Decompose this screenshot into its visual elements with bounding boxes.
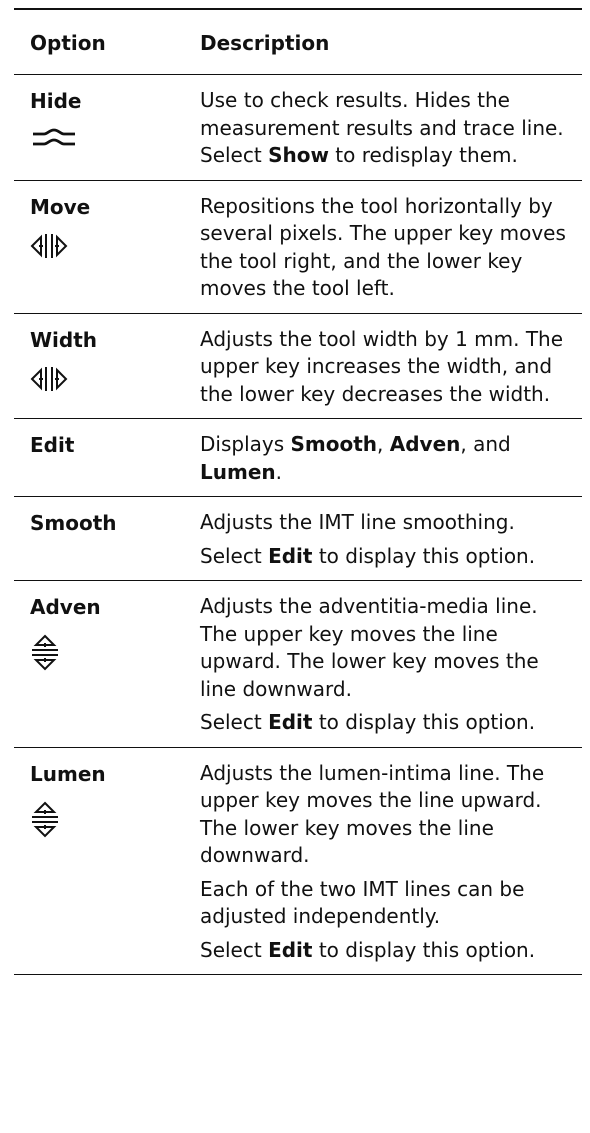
option-label: Hide [30,89,82,113]
description-cell: Use to check results. Hides the measurem… [200,87,582,170]
description-paragraph: Adjusts the lumen-intima line. The upper… [200,760,578,870]
option-cell: Smooth [14,509,200,570]
option-label: Edit [30,433,75,457]
description-text: Each of the two IMT lines can be adjuste… [200,876,525,929]
description-text: to redisplay them. [328,143,518,167]
description-text: Adjusts the adventitia-media line. The u… [200,594,539,701]
table-row: Width Adjusts the tool width by 1 mm. The… [14,314,582,419]
description-cell: Adjusts the tool width by 1 mm. The uppe… [200,326,582,409]
header-option-label: Option [30,31,106,55]
option-label: Lumen [30,761,106,786]
table-body: Hide Use to check results. Hides the meas… [14,75,582,975]
description-term: Edit [268,543,313,568]
description-paragraph: Adjusts the IMT line smoothing. [200,509,578,537]
option-label: Adven [30,595,101,619]
options-table: Option Description Hide Use to check resu… [14,8,582,975]
description-paragraph: Select Edit to display this option. [200,937,578,965]
description-text: Adjusts the IMT line smoothing. [200,510,515,534]
option-cell: Hide [14,87,200,170]
description-term: Edit [268,937,313,962]
table-header-row: Option Description [14,10,582,75]
header-description-label: Description [200,31,330,55]
description-text: , [377,432,390,456]
up-down-arrows-icon [30,800,200,838]
description-text: Adjusts the lumen-intima line. The upper… [200,760,545,868]
description-cell: Adjusts the IMT line smoothing. Select Ed… [200,509,582,570]
description-term: Show [268,143,329,167]
option-cell: Edit [14,431,200,486]
option-cell: Move [14,193,200,303]
description-term: Adven [389,432,461,456]
description-text: Adjusts the tool width by 1 mm. The uppe… [200,326,564,406]
up-down-arrows-icon [30,633,200,671]
description-text: Repositions the tool horizontally by sev… [200,193,566,301]
description-paragraph: Each of the two IMT lines can be adjuste… [200,876,578,931]
description-term: Smooth [290,432,378,456]
option-label: Width [30,327,98,352]
option-label: Smooth [30,511,117,535]
description-term: Edit [268,710,313,734]
description-cell: Adjusts the adventitia-media line. The u… [200,593,582,737]
description-text: Select [200,543,269,568]
description-paragraph: Displays Smooth, Adven, and Lumen. [200,431,578,486]
description-paragraph: Adjusts the adventitia-media line. The u… [200,593,578,703]
description-paragraph: Repositions the tool horizontally by sev… [200,193,578,303]
hide-trace-icon [30,127,200,151]
table-row: Edit Displays Smooth, Adven, and Lumen. [14,419,582,497]
description-text: to display this option. [312,937,536,962]
description-text: , and [460,432,511,456]
table-row: Smooth Adjusts the IMT line smoothing. Sel… [14,497,582,581]
header-option-cell: Option [14,10,200,57]
left-right-arrows-icon [30,233,200,259]
description-text: Select [200,937,269,962]
description-text: Select [200,710,269,734]
table-row: Adven Adjusts the adventitia-media line. … [14,581,582,748]
option-cell: Adven [14,593,200,737]
description-cell: Repositions the tool horizontally by sev… [200,193,582,303]
table-row: Hide Use to check results. Hides the meas… [14,75,582,181]
option-cell: Width [14,326,200,409]
description-cell: Displays Smooth, Adven, and Lumen. [200,431,582,486]
table-row: Lumen Adjusts the lumen-intima line. The … [14,748,582,975]
description-text: to display this option. [312,710,536,734]
description-term: Lumen [200,459,276,484]
left-right-arrows-icon [30,366,200,392]
description-paragraph: Select Edit to display this option. [200,709,578,737]
description-text: Displays [200,432,291,456]
description-text: . [275,459,282,484]
option-cell: Lumen [14,760,200,965]
header-description-cell: Description [200,10,582,57]
description-text: to display this option. [312,543,536,568]
description-paragraph: Adjusts the tool width by 1 mm. The uppe… [200,326,578,409]
option-label: Move [30,194,91,219]
table-row: Move Repositions the tool horizontally by… [14,181,582,314]
description-cell: Adjusts the lumen-intima line. The upper… [200,760,582,965]
description-paragraph: Use to check results. Hides the measurem… [200,87,578,170]
description-paragraph: Select Edit to display this option. [200,543,578,571]
